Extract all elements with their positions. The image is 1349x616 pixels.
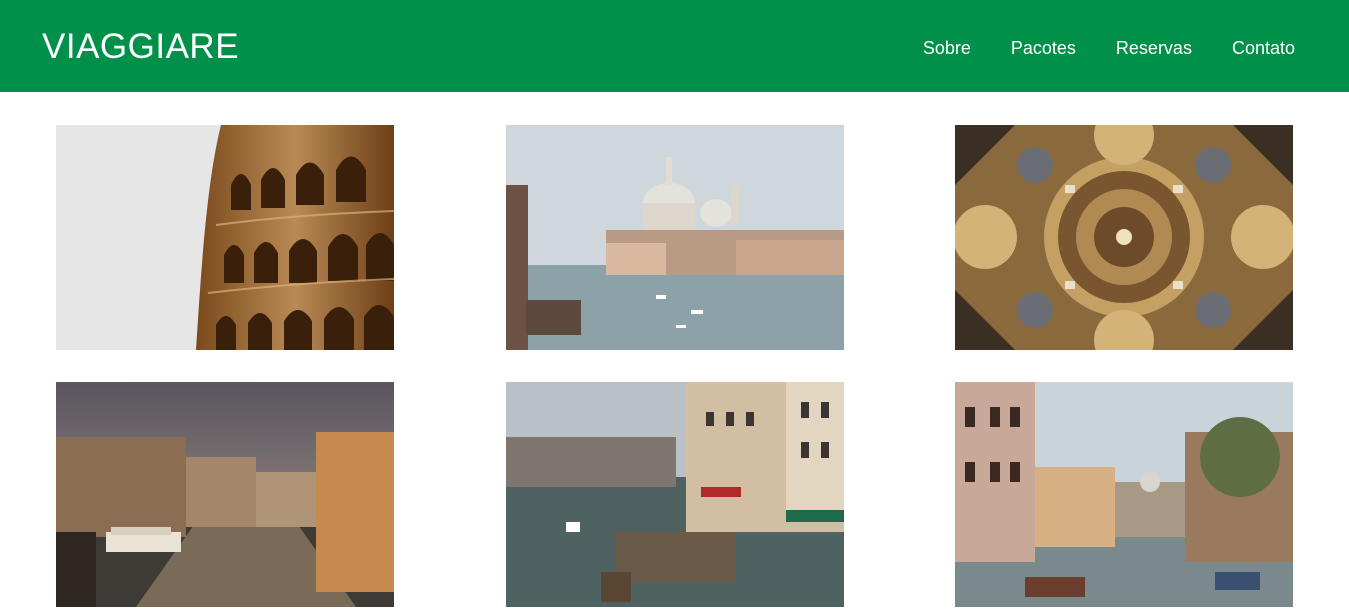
nav-link-sobre[interactable]: Sobre: [923, 37, 971, 59]
site-header: VIAGGIARE Sobre Pacotes Reservas Contato: [0, 0, 1349, 92]
gallery-image-venice-sunset[interactable]: [56, 382, 394, 607]
brand-logo[interactable]: VIAGGIARE: [42, 27, 239, 67]
gallery-image-venice-boats[interactable]: [506, 382, 844, 607]
gallery-image-venice-narrow-canal[interactable]: [955, 382, 1293, 607]
gallery-image-colosseum[interactable]: [56, 125, 394, 350]
nav-link-reservas[interactable]: Reservas: [1116, 37, 1192, 59]
main-nav: Sobre Pacotes Reservas Contato: [923, 37, 1295, 59]
gallery-image-venice-basilica[interactable]: [506, 125, 844, 350]
nav-link-contato[interactable]: Contato: [1232, 37, 1295, 59]
gallery-image-dome-ceiling[interactable]: [955, 125, 1293, 350]
nav-link-pacotes[interactable]: Pacotes: [1011, 37, 1076, 59]
